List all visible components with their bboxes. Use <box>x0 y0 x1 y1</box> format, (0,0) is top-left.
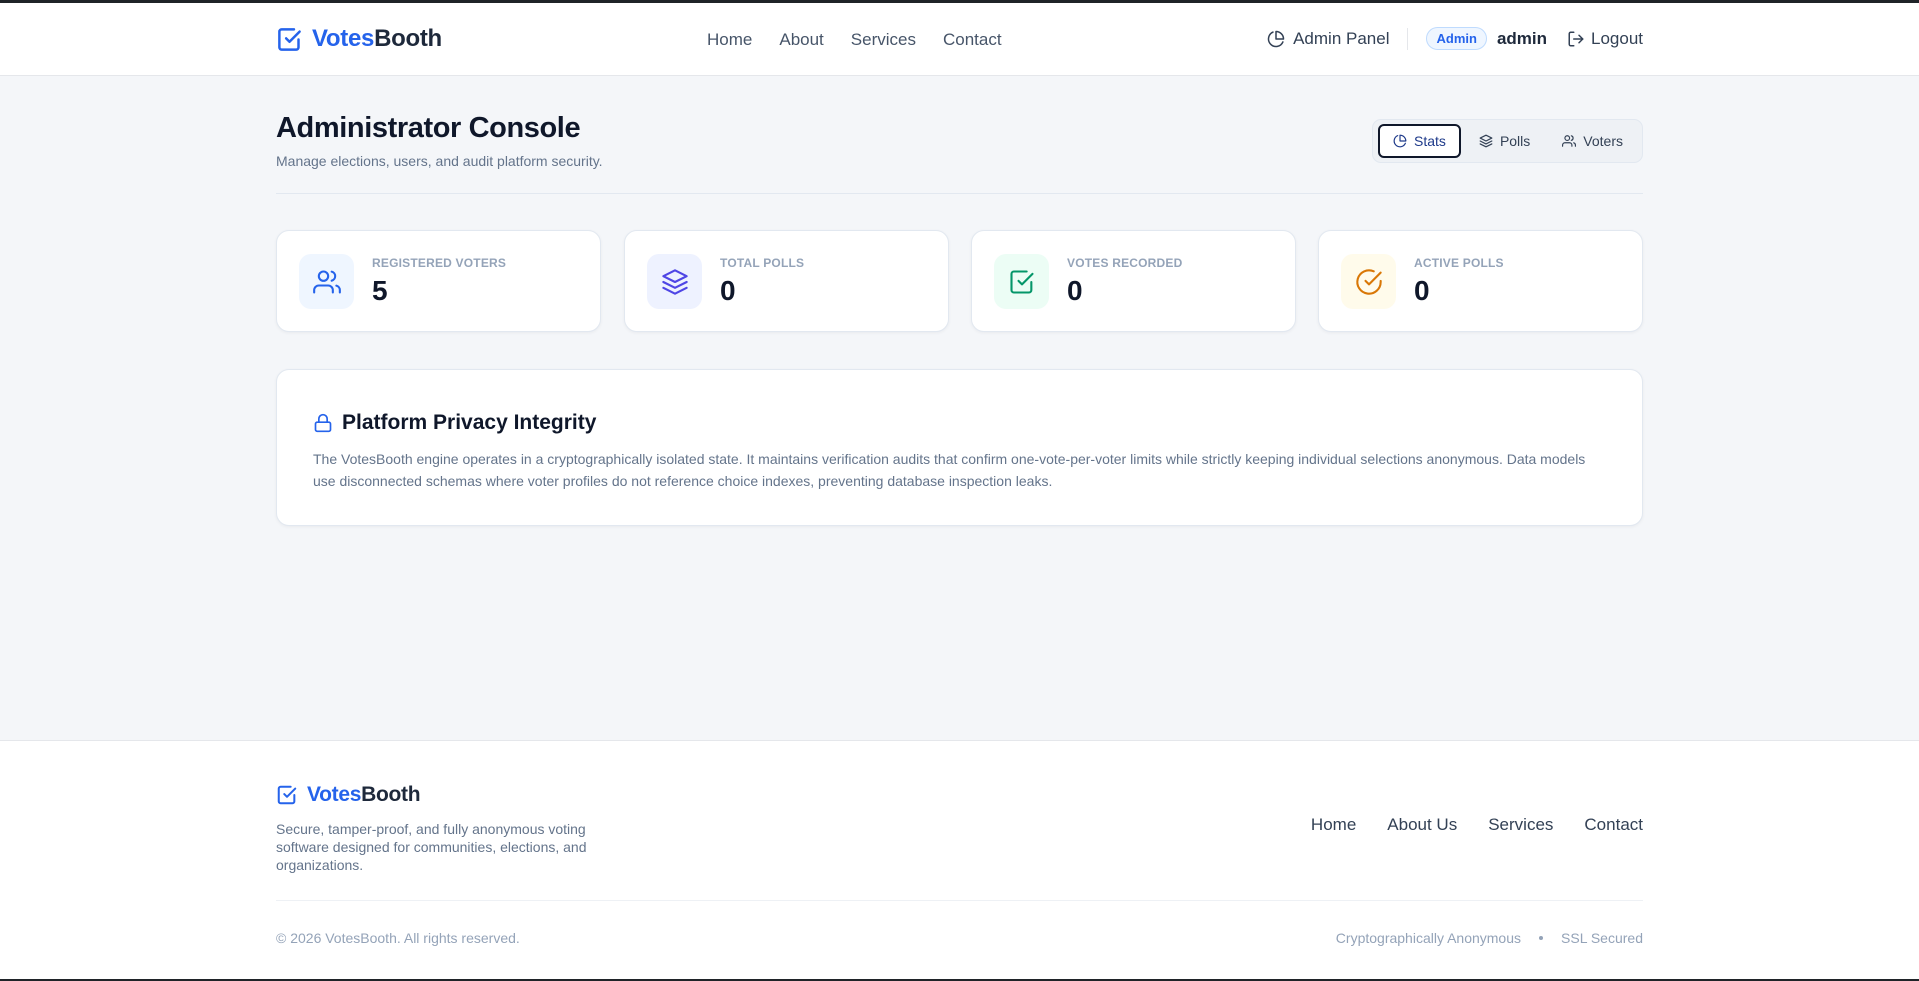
footer-nav-about-us[interactable]: About Us <box>1387 815 1457 835</box>
privacy-title-text: Platform Privacy Integrity <box>342 411 597 434</box>
logout-label: Logout <box>1591 28 1643 48</box>
site-footer: VotesBooth Secure, tamper-proof, and ful… <box>0 740 1919 979</box>
layers-icon <box>1479 134 1493 148</box>
logout-icon <box>1568 31 1584 46</box>
logout-button[interactable]: Logout <box>1567 29 1643 49</box>
nav-about[interactable]: About <box>779 30 823 50</box>
stat-card-registered-voters: REGISTERED VOTERS 5 <box>276 230 601 332</box>
stat-label: TOTAL POLLS <box>720 256 805 270</box>
admin-panel-link[interactable]: Admin Panel <box>1267 29 1389 49</box>
privacy-body: The VotesBooth engine operates in a cryp… <box>313 451 1586 489</box>
layers-icon <box>661 268 688 295</box>
stat-value: 5 <box>372 275 388 306</box>
tab-stats-label: Stats <box>1414 133 1446 149</box>
console-tabs: Stats Polls Voters <box>1372 119 1643 163</box>
check-square-logo-icon <box>277 785 297 805</box>
badge-ssl-secured: SSL Secured <box>1561 930 1643 946</box>
pie-chart-icon <box>1267 30 1285 47</box>
tab-voters-label: Voters <box>1583 133 1623 149</box>
username: admin <box>1496 28 1547 48</box>
nav-services[interactable]: Services <box>851 30 916 50</box>
brand-logo[interactable]: VotesBooth <box>276 25 442 53</box>
main-nav: Home About Services Contact <box>707 30 1002 50</box>
stat-icon-box <box>647 254 702 309</box>
role-badge: Admin <box>1426 27 1487 50</box>
footer-brand-name: VotesBooth <box>307 783 421 806</box>
bullet-separator <box>1539 936 1544 940</box>
admin-panel-label: Admin Panel <box>1293 28 1390 48</box>
stat-icon-box <box>994 254 1049 309</box>
nav-home[interactable]: Home <box>707 30 752 50</box>
footer-divider <box>276 900 1643 901</box>
page-subtitle: Manage elections, users, and audit platf… <box>276 153 603 169</box>
stat-value: 0 <box>1414 275 1430 306</box>
stat-label: VOTES RECORDED <box>1067 256 1183 270</box>
pie-chart-icon <box>1393 134 1407 148</box>
tab-voters[interactable]: Voters <box>1548 124 1637 158</box>
footer-brand-logo[interactable]: VotesBooth <box>276 783 421 807</box>
nav-contact[interactable]: Contact <box>943 30 1002 50</box>
stat-card-votes-recorded: VOTES RECORDED 0 <box>971 230 1296 332</box>
privacy-integrity-card: Platform Privacy Integrity The VotesBoot… <box>276 369 1643 526</box>
footer-badges: Cryptographically Anonymous SSL Secured <box>1336 930 1643 946</box>
footer-nav: Home About Us Services Contact <box>1311 815 1643 835</box>
privacy-title: Platform Privacy Integrity <box>313 411 596 435</box>
heading-divider <box>276 193 1643 194</box>
user-area: Admin Panel Admin admin Logout <box>1267 27 1643 50</box>
stat-icon-box <box>299 254 354 309</box>
stat-value: 0 <box>720 275 736 306</box>
stat-value: 0 <box>1067 275 1083 306</box>
tab-polls[interactable]: Polls <box>1465 124 1544 158</box>
footer-tagline: Secure, tamper-proof, and fully anonymou… <box>276 821 587 873</box>
check-circle-icon <box>1355 268 1382 295</box>
users-icon <box>312 269 341 294</box>
footer-nav-services[interactable]: Services <box>1488 815 1553 835</box>
footer-nav-contact[interactable]: Contact <box>1584 815 1643 835</box>
stat-label: REGISTERED VOTERS <box>372 256 507 270</box>
stat-label: ACTIVE POLLS <box>1414 256 1504 270</box>
check-square-logo-icon <box>278 27 301 51</box>
tab-stats[interactable]: Stats <box>1378 124 1461 158</box>
header-divider <box>1407 27 1409 50</box>
top-navbar: VotesBooth Home About Services Contact A… <box>0 3 1919 76</box>
check-square-icon <box>1009 269 1034 294</box>
footer-copyright: © 2026 VotesBooth. All rights reserved. <box>276 930 520 946</box>
page-title: Administrator Console <box>276 112 581 144</box>
stat-card-active-polls: ACTIVE POLLS 0 <box>1318 230 1643 332</box>
stat-icon-box <box>1341 254 1396 309</box>
brand-name: VotesBooth <box>312 25 442 52</box>
footer-nav-home[interactable]: Home <box>1311 815 1356 835</box>
tab-polls-label: Polls <box>1499 133 1531 149</box>
stat-card-total-polls: TOTAL POLLS 0 <box>624 230 949 332</box>
lock-icon <box>314 413 332 433</box>
users-icon <box>1562 135 1577 147</box>
badge-cryptographically-anonymous: Cryptographically Anonymous <box>1335 930 1522 946</box>
